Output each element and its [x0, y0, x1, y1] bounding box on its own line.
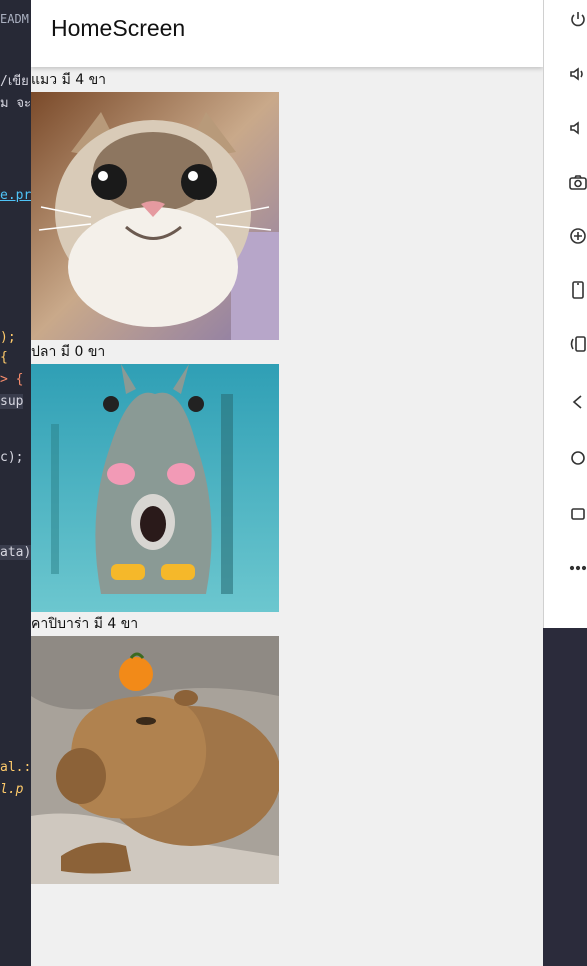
animal-caption: แมว มี 4 ขา: [31, 72, 107, 88]
list-item[interactable]: คาปิบาร่า มี 4 ขา: [31, 612, 281, 884]
animal-caption: คาปิบาร่า มี 4 ขา: [31, 616, 139, 632]
code-line: {: [0, 350, 8, 365]
code-line: /เขีย: [0, 74, 29, 89]
code-line: sup: [0, 394, 24, 409]
code-line[interactable]: e.pr: [0, 188, 31, 203]
code-line: > {: [0, 372, 24, 387]
animal-list[interactable]: แมว มี 4 ขา ปลา มี 0 ขา คาปิบาร่า มี 4 ข…: [31, 68, 543, 884]
overview-icon[interactable]: [566, 502, 587, 526]
app-bar: HomeScreen: [31, 0, 543, 67]
capybara-illustration: [31, 636, 279, 884]
camera-icon[interactable]: [566, 170, 587, 194]
page-title: HomeScreen: [51, 15, 186, 41]
emulator-toolbar-background: [543, 628, 587, 966]
code-line: al.:: [0, 760, 32, 775]
code-line: ata): [0, 545, 32, 560]
fish-image: [31, 364, 279, 612]
capybara-image: [31, 636, 279, 884]
code-line: c);: [0, 450, 24, 465]
editor-tab-label[interactable]: EADM: [0, 12, 29, 26]
volume-up-icon[interactable]: [566, 62, 587, 86]
code-line: );: [0, 330, 16, 345]
code-line: l.p: [0, 782, 24, 797]
rotate-icon[interactable]: [566, 332, 587, 356]
phone-portrait-icon[interactable]: [566, 278, 587, 302]
cat-image: [31, 92, 279, 340]
animal-caption: ปลา มี 0 ขา: [31, 344, 106, 360]
fish-illustration: [31, 364, 279, 612]
cat-illustration: [31, 92, 279, 340]
zoom-in-icon[interactable]: [566, 224, 587, 248]
list-item[interactable]: แมว มี 4 ขา: [31, 68, 281, 340]
emulator-toolbar: [543, 0, 587, 628]
power-icon[interactable]: [566, 8, 587, 32]
emulator-screen[interactable]: HomeScreen แมว มี 4 ขา ปลา มี 0 ขา คาปิบ…: [31, 0, 543, 966]
volume-down-icon[interactable]: [566, 116, 587, 140]
list-item[interactable]: ปลา มี 0 ขา: [31, 340, 281, 612]
more-icon[interactable]: [566, 556, 587, 580]
code-line: ม จะ: [0, 96, 31, 111]
back-icon[interactable]: [566, 390, 587, 414]
home-icon[interactable]: [566, 446, 587, 470]
